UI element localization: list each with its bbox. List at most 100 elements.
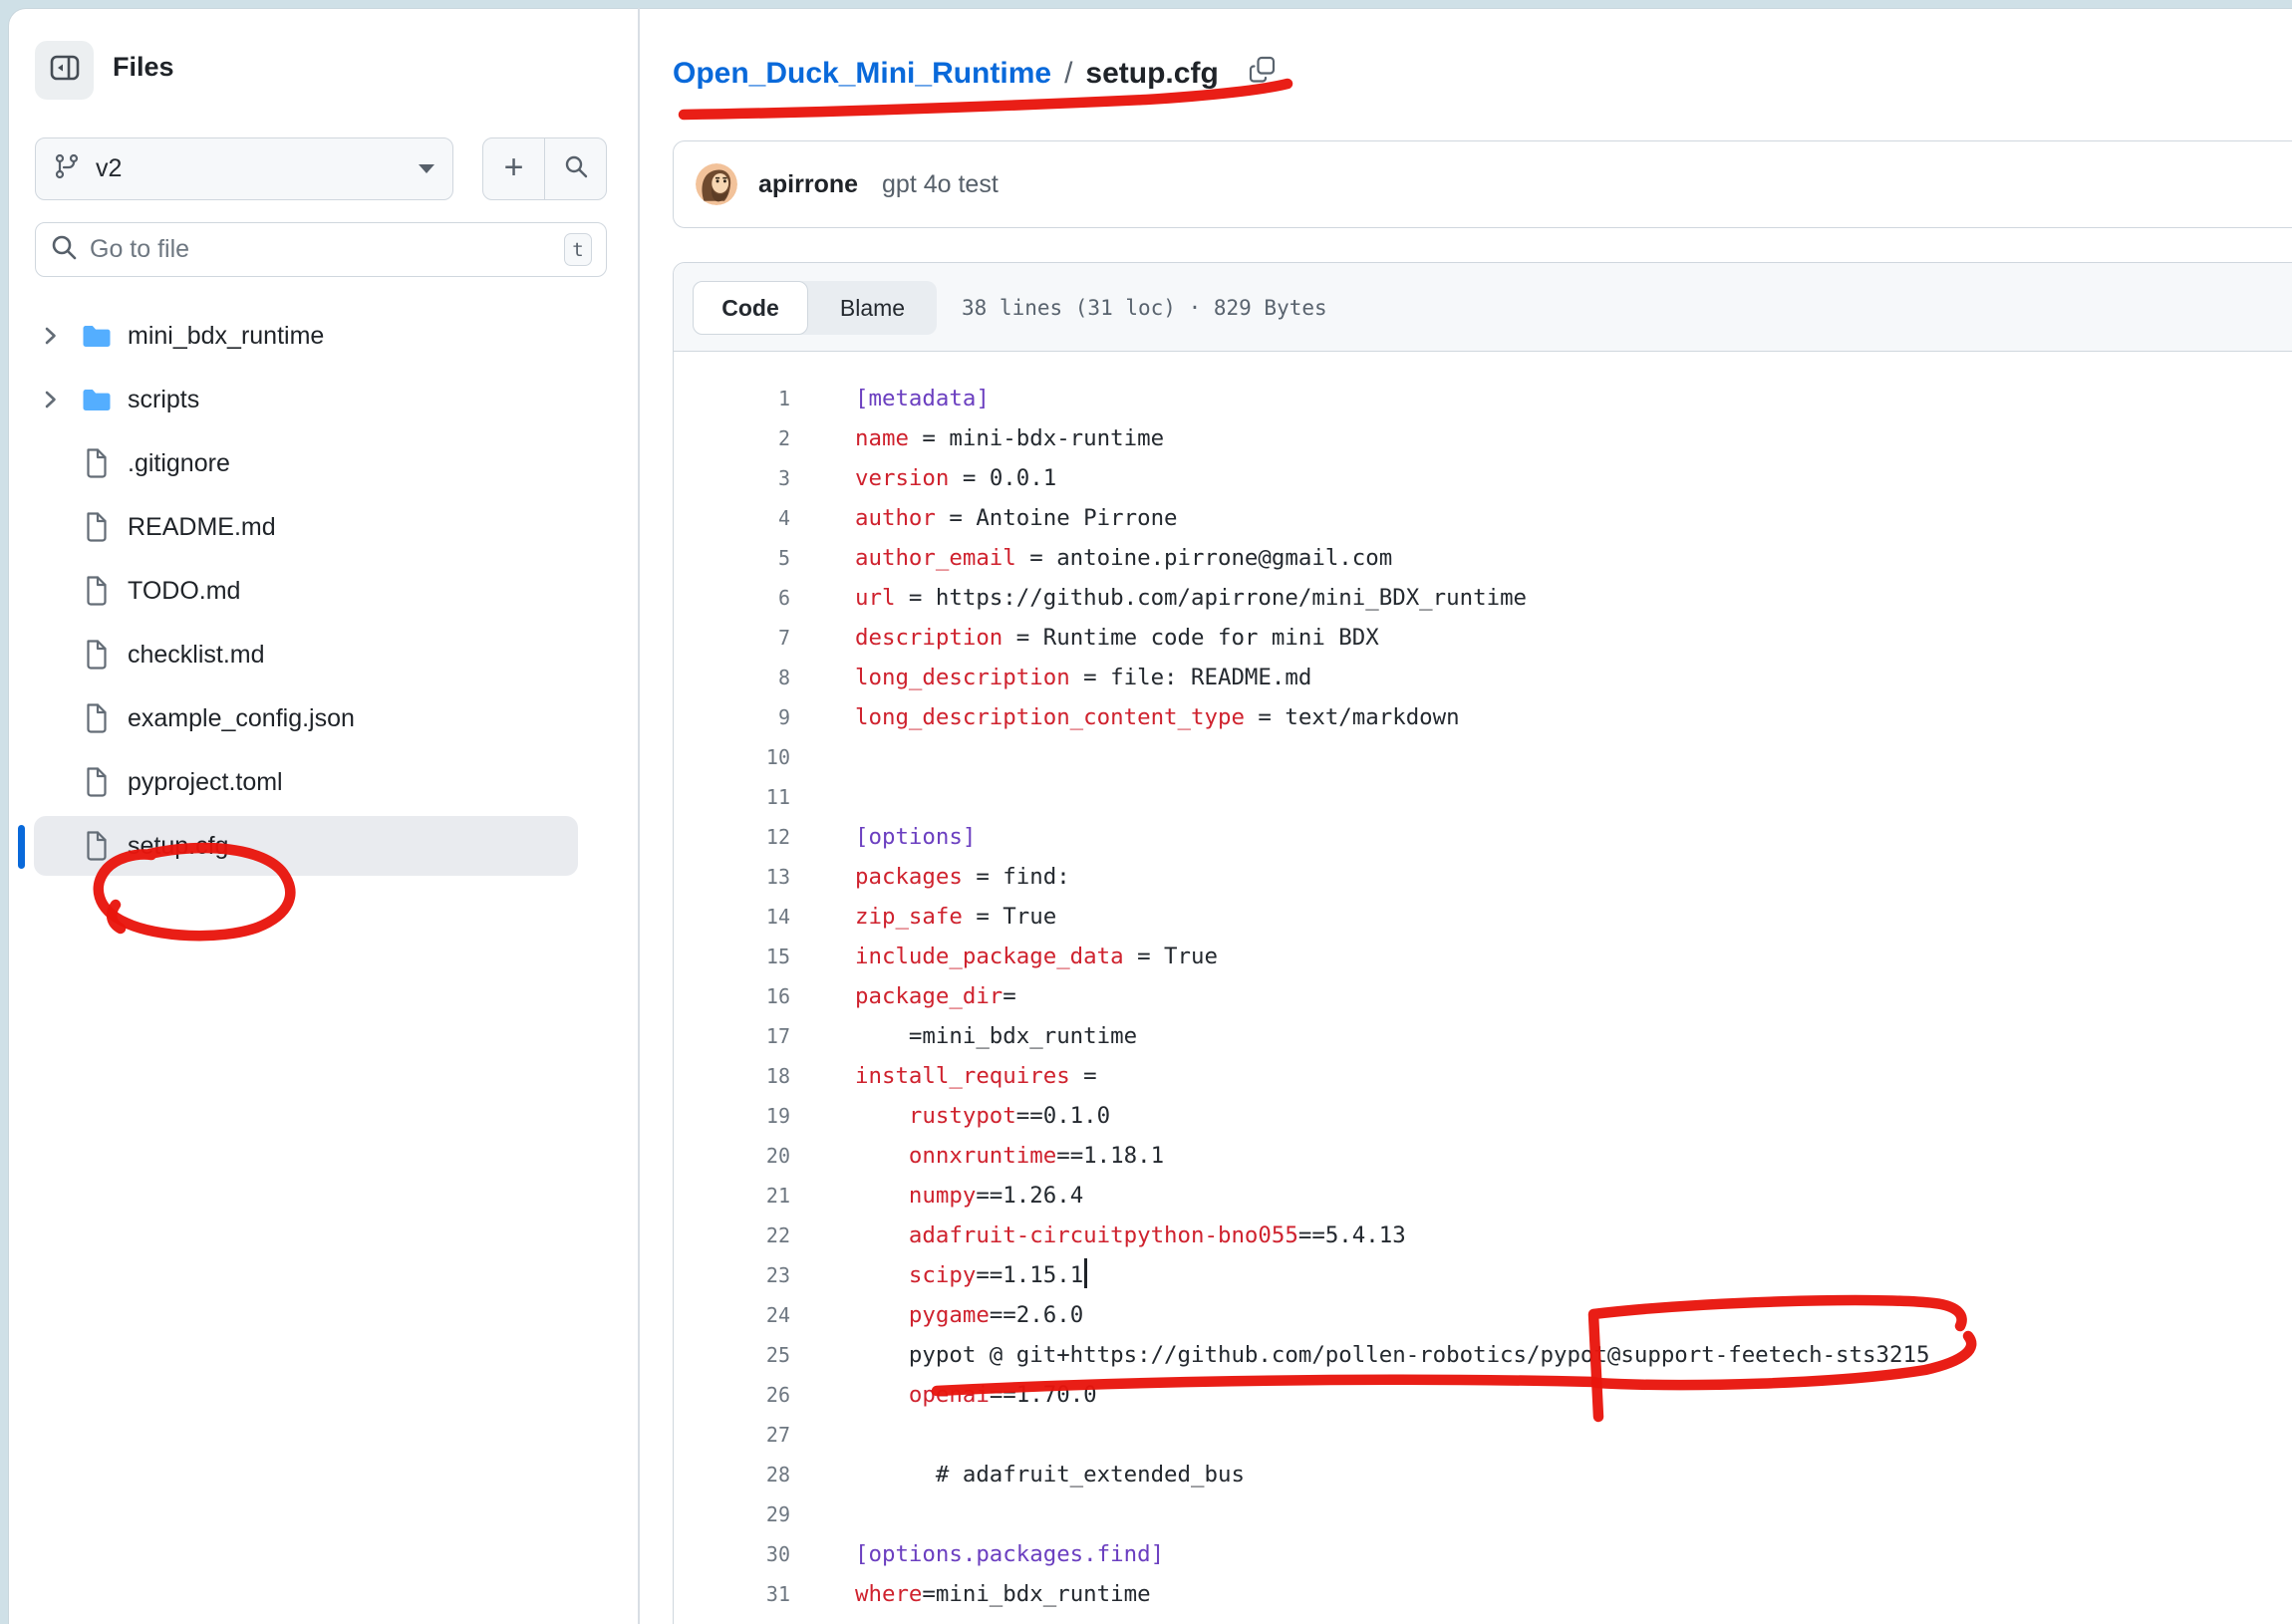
code-line: 22 adafruit-circuitpython-bno055==5.4.13 xyxy=(673,1216,2287,1255)
line-content: =mini_bdx_runtime xyxy=(855,1016,1137,1056)
code-lines: 1 [metadata] 2 name = mini-bdx-runtime 3… xyxy=(673,379,2287,1624)
line-content: packages = find: xyxy=(855,857,1070,897)
line-number[interactable]: 9 xyxy=(673,697,790,737)
line-number[interactable]: 1 xyxy=(673,379,790,418)
line-number[interactable]: 31 xyxy=(673,1574,790,1614)
commit-author[interactable]: apirrone xyxy=(758,170,858,199)
code-line: 5 author_email = antoine.pirrone@gmail.c… xyxy=(673,538,2287,578)
line-number[interactable]: 7 xyxy=(673,618,790,658)
line-number[interactable]: 12 xyxy=(673,817,790,857)
line-content: [metadata] xyxy=(855,379,990,418)
line-content: install_requires = xyxy=(855,1056,1097,1096)
file-meta-info: 38 lines (31 loc) · 829 Bytes xyxy=(962,263,1327,352)
keyboard-shortcut-badge: t xyxy=(564,233,592,266)
line-number[interactable]: 18 xyxy=(673,1056,790,1096)
line-number[interactable]: 13 xyxy=(673,857,790,897)
tree-item-pyproject-toml[interactable]: pyproject.toml xyxy=(20,750,618,814)
chevron-right-icon xyxy=(44,326,62,346)
code-line: 20 onnxruntime==1.18.1 xyxy=(673,1136,2287,1176)
line-number[interactable]: 22 xyxy=(673,1216,790,1255)
tree-item-label: scripts xyxy=(128,386,199,414)
code-line: 23 scipy==1.15.1 xyxy=(673,1255,2287,1295)
commit-message[interactable]: gpt 4o test xyxy=(882,170,999,199)
tree-item-label: pyproject.toml xyxy=(128,768,283,797)
folder-icon xyxy=(82,324,112,349)
line-number[interactable]: 27 xyxy=(673,1415,790,1455)
tree-item-label: example_config.json xyxy=(128,704,355,733)
file-icon xyxy=(82,576,112,606)
code-line: 26 openai==1.70.0 xyxy=(673,1375,2287,1415)
line-number[interactable]: 3 xyxy=(673,458,790,498)
code-line: 14 zip_safe = True xyxy=(673,897,2287,937)
avatar[interactable] xyxy=(696,163,737,205)
tab-code[interactable]: Code xyxy=(693,281,808,335)
breadcrumb-file-name: setup.cfg xyxy=(1085,57,1218,91)
line-number[interactable]: 32 xyxy=(673,1614,790,1624)
tree-item-setup-cfg[interactable]: setup.cfg xyxy=(20,814,618,878)
line-number[interactable]: 15 xyxy=(673,937,790,976)
search-tree-button[interactable] xyxy=(545,138,606,199)
chevron-right-icon xyxy=(44,390,62,409)
tree-item-scripts[interactable]: scripts xyxy=(20,368,618,431)
line-number[interactable]: 23 xyxy=(673,1255,790,1295)
line-number[interactable]: 5 xyxy=(673,538,790,578)
git-branch-icon xyxy=(54,152,80,185)
latest-commit-bar[interactable]: apirrone gpt 4o test xyxy=(673,140,2292,228)
line-number[interactable]: 21 xyxy=(673,1176,790,1216)
line-number[interactable]: 14 xyxy=(673,897,790,937)
line-content: [options.packages.find] xyxy=(855,1534,1164,1574)
files-panel-title: Files xyxy=(113,52,174,83)
copy-path-button[interactable] xyxy=(1247,55,1277,85)
code-line: 27 xyxy=(673,1415,2287,1455)
code-line: 17 =mini_bdx_runtime xyxy=(673,1016,2287,1056)
file-icon xyxy=(82,640,112,670)
line-number[interactable]: 30 xyxy=(673,1534,790,1574)
tree-item-mini-bdx-runtime[interactable]: mini_bdx_runtime xyxy=(20,304,618,368)
tree-item--gitignore[interactable]: .gitignore xyxy=(20,431,618,495)
collapse-sidebar-button[interactable] xyxy=(35,41,94,100)
file-icon xyxy=(82,767,112,797)
tree-item-checklist-md[interactable]: checklist.md xyxy=(20,623,618,686)
line-content: onnxruntime==1.18.1 xyxy=(855,1136,1164,1176)
line-number[interactable]: 4 xyxy=(673,498,790,538)
code-line: 28 # adafruit_extended_bus xyxy=(673,1455,2287,1494)
line-content: include_package_data = True xyxy=(855,937,1218,976)
code-blame-switch: Code Blame xyxy=(693,281,937,335)
breadcrumb-repo-link[interactable]: Open_Duck_Mini_Runtime xyxy=(673,57,1051,91)
line-number[interactable]: 2 xyxy=(673,418,790,458)
line-number[interactable]: 29 xyxy=(673,1494,790,1534)
go-to-file-input[interactable] xyxy=(90,235,564,264)
add-file-button[interactable]: + xyxy=(483,138,545,199)
tree-item-readme-md[interactable]: README.md xyxy=(20,495,618,559)
line-number[interactable]: 28 xyxy=(673,1455,790,1494)
tab-blame[interactable]: Blame xyxy=(808,281,937,335)
line-number[interactable]: 24 xyxy=(673,1295,790,1335)
code-line: 8 long_description = file: README.md xyxy=(673,658,2287,697)
sidebar-collapse-icon xyxy=(49,52,81,89)
code-line: 31 where=mini_bdx_runtime xyxy=(673,1574,2287,1614)
line-number[interactable]: 11 xyxy=(673,777,790,817)
line-content: rustypot==0.1.0 xyxy=(855,1096,1110,1136)
breadcrumb-separator: / xyxy=(1064,57,1072,91)
line-number[interactable]: 8 xyxy=(673,658,790,697)
line-number[interactable]: 20 xyxy=(673,1136,790,1176)
line-number[interactable]: 25 xyxy=(673,1335,790,1375)
code-line: 19 rustypot==0.1.0 xyxy=(673,1096,2287,1136)
search-icon xyxy=(563,153,589,184)
tree-item-label: mini_bdx_runtime xyxy=(128,322,324,351)
line-number[interactable]: 10 xyxy=(673,737,790,777)
go-to-file-search: t xyxy=(35,222,607,277)
line-number[interactable]: 16 xyxy=(673,976,790,1016)
code-line: 21 numpy==1.26.4 xyxy=(673,1176,2287,1216)
line-number[interactable]: 26 xyxy=(673,1375,790,1415)
tree-item-todo-md[interactable]: TODO.md xyxy=(20,559,618,623)
line-number[interactable]: 17 xyxy=(673,1016,790,1056)
branch-selector[interactable]: v2 xyxy=(35,137,453,200)
line-number[interactable]: 6 xyxy=(673,578,790,618)
line-number[interactable]: 19 xyxy=(673,1096,790,1136)
code-line: 13 packages = find: xyxy=(673,857,2287,897)
line-content: [options] xyxy=(855,817,976,857)
line-content: pypot @ git+https://github.com/pollen-ro… xyxy=(855,1335,1929,1375)
tree-actions: + xyxy=(482,137,607,200)
tree-item-example-config-json[interactable]: example_config.json xyxy=(20,686,618,750)
